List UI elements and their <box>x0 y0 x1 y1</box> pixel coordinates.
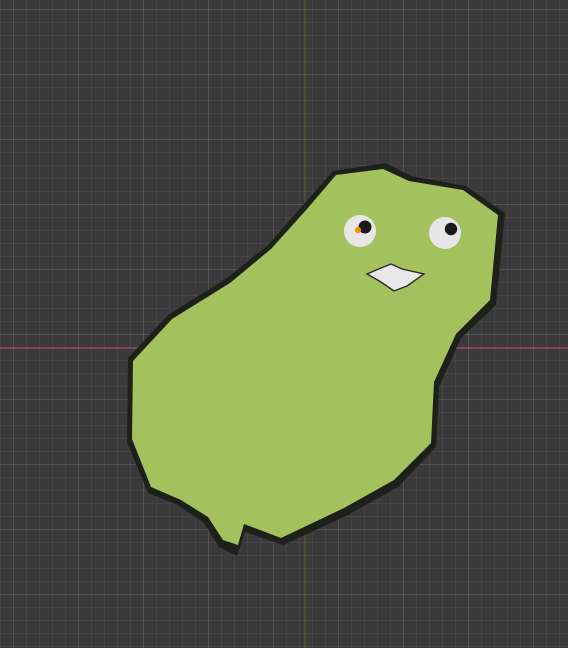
left-eye[interactable] <box>344 215 376 247</box>
object-origin-icon <box>354 226 362 234</box>
3d-viewport[interactable] <box>0 0 568 648</box>
viewport-scene[interactable] <box>0 0 568 648</box>
right-eye[interactable] <box>429 217 461 249</box>
